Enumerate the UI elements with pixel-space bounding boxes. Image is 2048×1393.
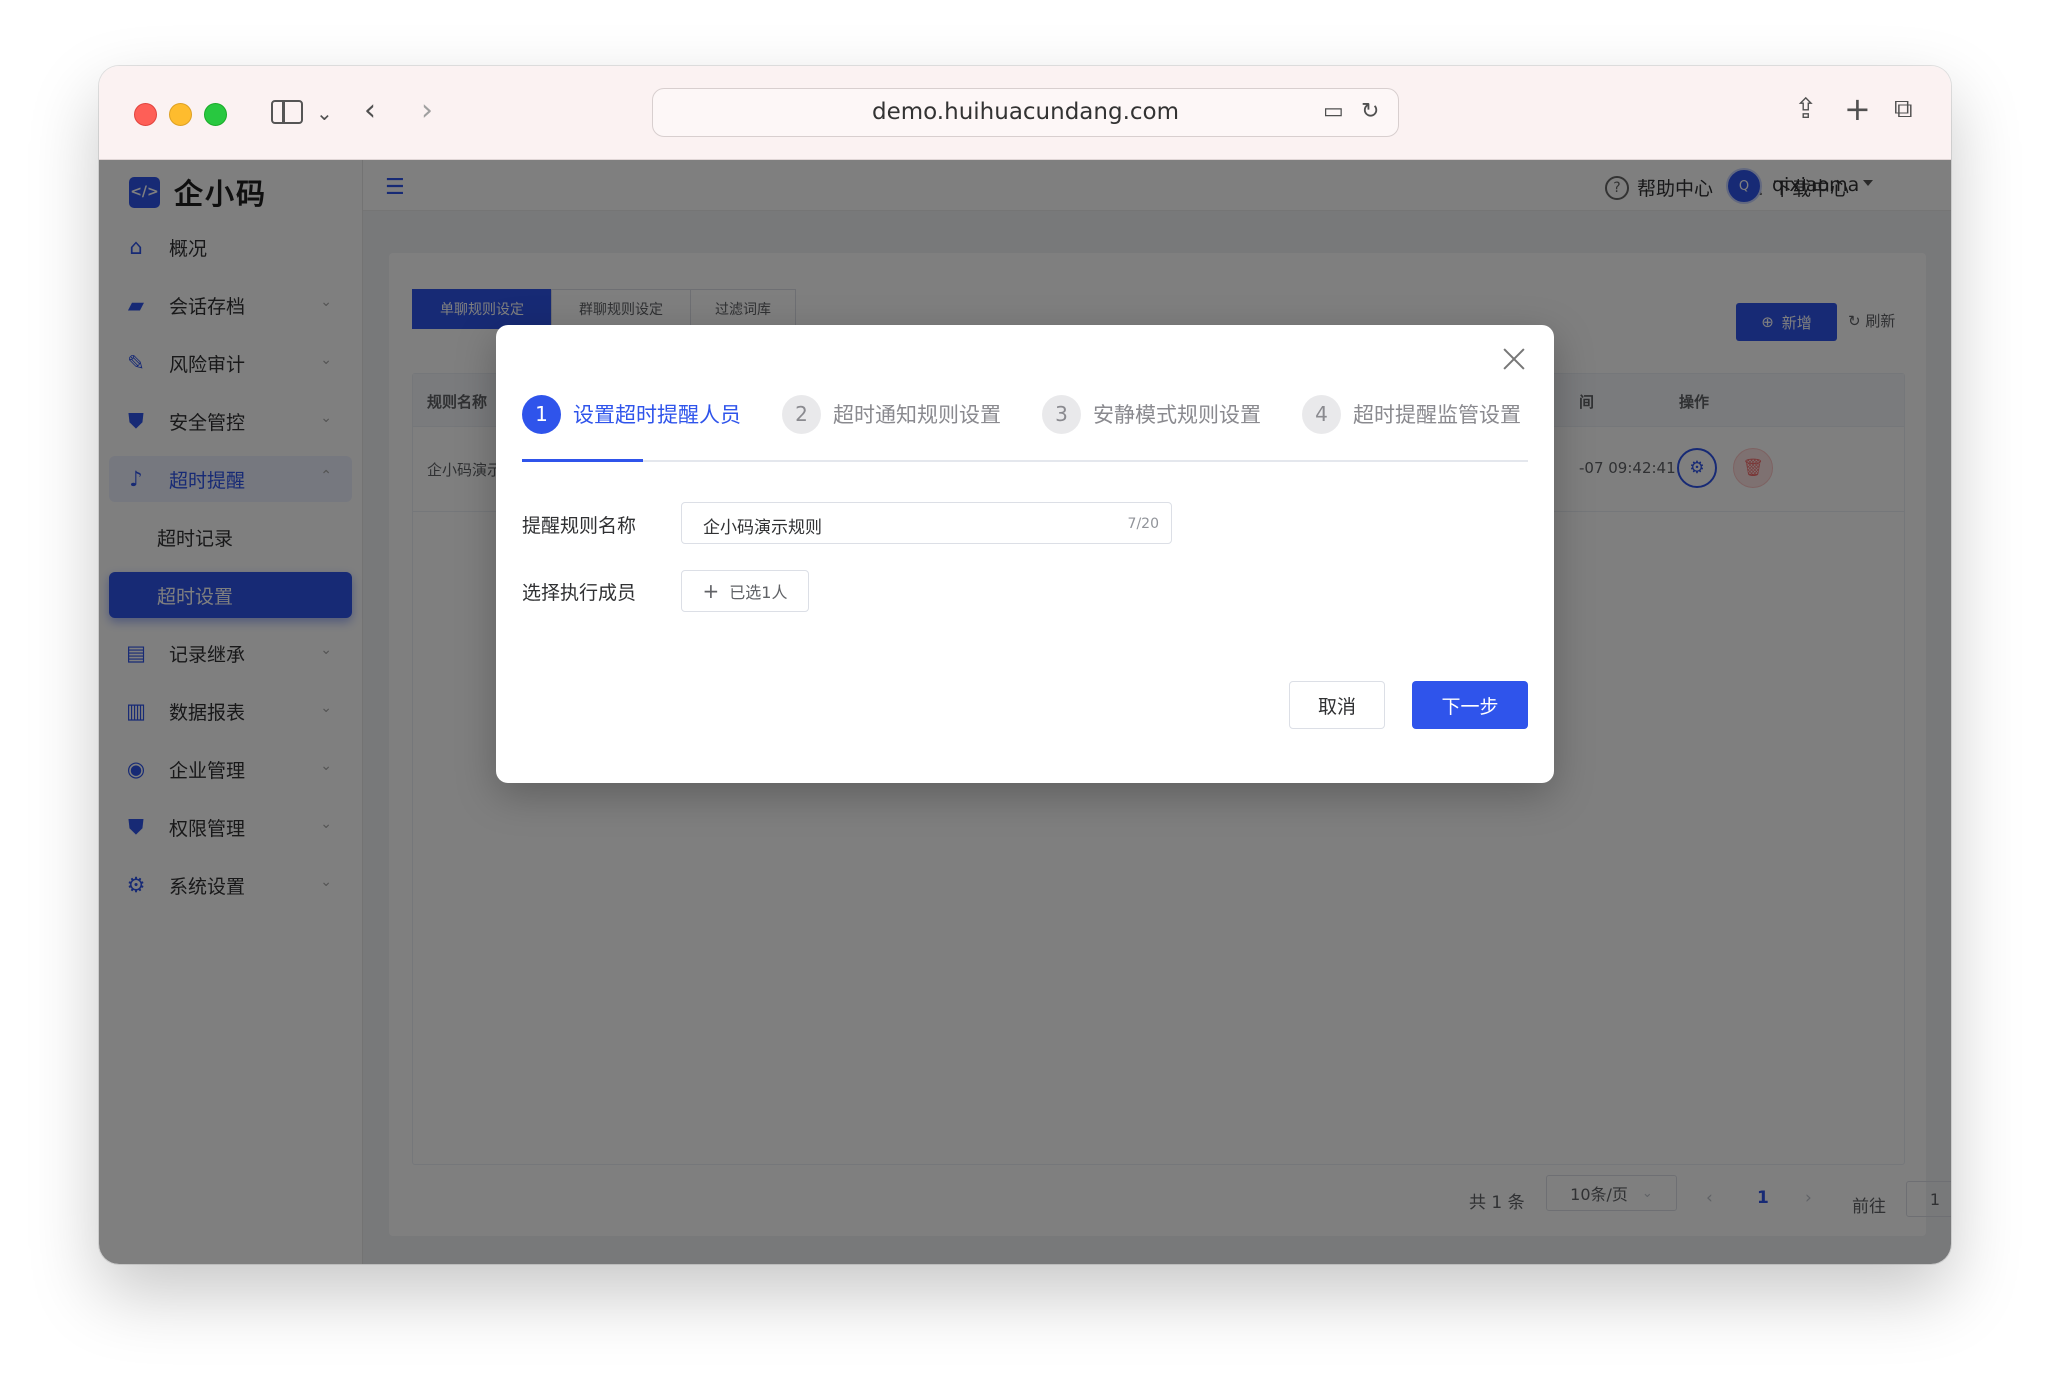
- steps-divider: [522, 460, 1528, 462]
- url-text: demo.huihuacundang.com: [871, 99, 1180, 125]
- step-label: 超时通知规则设置: [833, 403, 1001, 427]
- browser-window: ⌄ ‹ › demo.huihuacundang.com ▭ ↻ ⇪ + ⧉ <…: [99, 66, 1951, 1264]
- step-label: 设置超时提醒人员: [573, 403, 741, 427]
- step-number: 2: [782, 394, 821, 434]
- rule-name-input[interactable]: 企小码演示规则 7/20: [681, 502, 1172, 544]
- plus-icon: +: [702, 579, 720, 603]
- step-number: 3: [1042, 394, 1081, 434]
- close-icon[interactable]: [1500, 345, 1528, 373]
- step-4: 4 超时提醒监管设置: [1302, 394, 1521, 434]
- back-icon[interactable]: ‹: [364, 96, 376, 126]
- step-label: 安静模式规则设置: [1093, 403, 1261, 427]
- timeout-rule-dialog: 1 设置超时提醒人员 2 超时通知规则设置 3 安静模式规则设置 4 超时提醒监…: [496, 325, 1554, 783]
- reload-icon[interactable]: ↻: [1361, 97, 1379, 127]
- minimize-window-button[interactable]: [169, 103, 192, 126]
- step-1: 1 设置超时提醒人员: [522, 394, 741, 434]
- step-number: 4: [1302, 394, 1341, 434]
- rule-name-value: 企小码演示规则: [703, 518, 822, 538]
- rule-name-char-count: 7/20: [1127, 516, 1159, 532]
- address-bar[interactable]: demo.huihuacundang.com ▭ ↻: [652, 88, 1399, 137]
- cancel-button[interactable]: 取消: [1289, 681, 1385, 729]
- new-tab-icon[interactable]: +: [1844, 93, 1871, 125]
- reader-icon[interactable]: ▭: [1323, 97, 1344, 127]
- close-window-button[interactable]: [134, 103, 157, 126]
- select-members-button[interactable]: + 已选1人: [681, 570, 809, 612]
- sidebar-toggle-icon[interactable]: [271, 100, 303, 124]
- step-number: 1: [522, 394, 561, 434]
- zoom-window-button[interactable]: [204, 103, 227, 126]
- share-icon[interactable]: ⇪: [1794, 94, 1817, 124]
- tabs-overview-icon[interactable]: ⧉: [1894, 94, 1913, 124]
- step-3: 3 安静模式规则设置: [1042, 394, 1261, 434]
- select-members-label: 已选1人: [729, 583, 788, 602]
- rule-name-label: 提醒规则名称: [522, 515, 637, 537]
- chevron-down-icon[interactable]: ⌄: [316, 98, 333, 128]
- step-label: 超时提醒监管设置: [1353, 403, 1521, 427]
- forward-icon[interactable]: ›: [421, 96, 433, 126]
- step-2: 2 超时通知规则设置: [782, 394, 1001, 434]
- member-label: 选择执行成员: [522, 582, 637, 604]
- next-step-button[interactable]: 下一步: [1412, 681, 1528, 729]
- browser-toolbar: ⌄ ‹ › demo.huihuacundang.com ▭ ↻ ⇪ + ⧉: [99, 66, 1951, 160]
- steps-active-indicator: [522, 459, 643, 462]
